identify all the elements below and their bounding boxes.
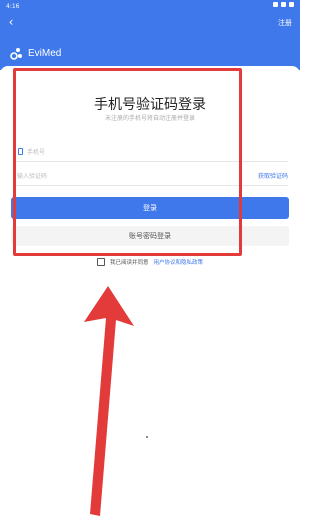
wifi-icon: [273, 2, 278, 7]
page-title: 手机号验证码登录: [94, 97, 206, 113]
back-arrow-icon[interactable]: ‹: [4, 14, 18, 30]
brand-logo: EviMed: [10, 46, 61, 60]
code-field[interactable]: 获取验证码: [13, 166, 288, 186]
evimed-logo-icon: [10, 48, 22, 60]
dot: [146, 436, 148, 438]
signal-icon: [281, 2, 286, 7]
register-button[interactable]: 注册: [278, 18, 292, 28]
agreement-prefix: 我已阅读并同意: [110, 260, 149, 266]
verification-code-input[interactable]: [17, 170, 217, 182]
agreement-link[interactable]: 用户协议和隐私政策: [154, 258, 204, 266]
status-bar: 4:16: [0, 0, 300, 14]
app-header: 4:16 ‹ 注册 EviMed: [0, 0, 300, 70]
page-subtitle: 未注册的手机号将自动注册并登录: [104, 115, 195, 122]
get-code-button[interactable]: 获取验证码: [258, 171, 288, 180]
status-time: 4:16: [6, 3, 20, 10]
brand-name: EviMed: [28, 47, 62, 59]
phone-field[interactable]: [13, 142, 288, 162]
agreement-checkbox[interactable]: [97, 258, 105, 266]
phone-icon: [18, 148, 23, 155]
phone-input[interactable]: [27, 146, 227, 158]
password-login-button[interactable]: 账号密码登录: [11, 226, 289, 246]
agreement-row: 我已阅读并同意 用户协议和隐私政策: [97, 257, 203, 267]
login-button[interactable]: 登录: [11, 197, 289, 219]
battery-icon: [289, 2, 294, 7]
status-icons: [273, 2, 294, 7]
annotation-arrow-icon: [84, 286, 134, 516]
login-card: [0, 66, 300, 531]
